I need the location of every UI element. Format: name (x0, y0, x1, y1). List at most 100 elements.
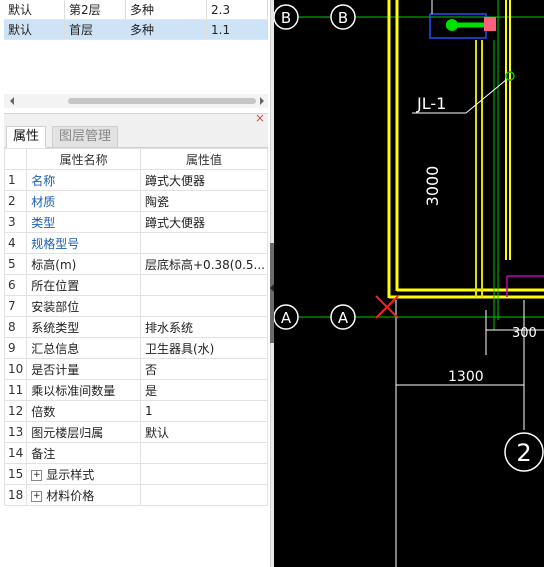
floor-cell[interactable]: 多种 (125, 0, 207, 20)
property-table: 属性名称 属性值 1 名称 蹲式大便器 2 材质 陶瓷 3 类型 蹲式大便器 4 规格型号 5 标高(m… (3, 148, 268, 506)
prop-index-header (3, 148, 28, 170)
property-name-cell: + 材料价格 (26, 484, 141, 506)
property-name-cell: 汇总信息 (26, 337, 141, 359)
floor-list-table: 默认 第2层 多种 2.3 默认 首层 多种 1.1 (4, 0, 268, 40)
property-value[interactable] (140, 274, 268, 296)
property-index: 4 (3, 232, 28, 254)
property-name: 规格型号 (31, 236, 80, 251)
floor-cell[interactable]: 2.3 (206, 0, 268, 20)
property-row[interactable]: 2 材质 陶瓷 (3, 190, 268, 212)
scrollbar-thumb[interactable] (68, 98, 256, 104)
property-name-cell: 倍数 (26, 400, 141, 422)
property-row[interactable]: 18 + 材料价格 (3, 484, 268, 506)
property-row[interactable]: 5 标高(m) 层底标高+0.38(0.5... (3, 253, 268, 275)
property-index: 10 (3, 358, 28, 380)
property-name-cell: 类型 (26, 211, 141, 233)
floor-cell[interactable]: 第2层 (64, 0, 126, 20)
property-value[interactable]: 是 (140, 379, 268, 401)
property-row[interactable]: 10 是否计量 否 (3, 358, 268, 380)
property-index: 11 (3, 379, 28, 401)
property-value[interactable]: 排水系统 (140, 316, 268, 338)
property-name-cell: 是否计量 (26, 358, 141, 380)
floor-cell[interactable]: 默认 (4, 0, 65, 20)
property-row[interactable]: 8 系统类型 排水系统 (3, 316, 268, 338)
property-row[interactable]: 11 乘以标准间数量 是 (3, 379, 268, 401)
property-value[interactable] (140, 442, 268, 464)
property-name: 是否计量 (31, 362, 80, 377)
property-value[interactable]: 陶瓷 (140, 190, 268, 212)
property-row[interactable]: 14 备注 (3, 442, 268, 464)
cad-drawing: JL-1 3000 1300 300 B B A A 2 (274, 0, 544, 567)
property-name: 备注 (31, 446, 56, 461)
fixture-drain-icon (446, 19, 458, 31)
property-name-cell: 名称 (26, 169, 141, 191)
property-value[interactable] (140, 295, 268, 317)
axis-label-2: 2 (516, 439, 531, 467)
property-index: 18 (3, 484, 28, 506)
property-row[interactable]: 1 名称 蹲式大便器 (3, 169, 268, 191)
expand-plus-icon[interactable]: + (31, 490, 43, 502)
floor-list-horizontal-scrollbar[interactable] (4, 94, 268, 108)
floor-cell[interactable]: 多种 (125, 19, 207, 40)
property-index: 7 (3, 295, 28, 317)
property-value[interactable]: 层底标高+0.38(0.5... (140, 253, 268, 275)
property-value[interactable]: 否 (140, 358, 268, 380)
properties-pane: 默认 第2层 多种 2.3 默认 首层 多种 1.1 × 属性 图层管理 属性名称 属性值 1… (0, 0, 270, 567)
property-name: 乘以标准间数量 (31, 383, 116, 398)
property-name-cell: 安装部位 (26, 295, 141, 317)
property-index: 2 (3, 190, 28, 212)
property-name-cell: + 显示样式 (26, 463, 141, 485)
property-name: 所在位置 (31, 278, 80, 293)
axis-label-a1: A (281, 309, 292, 327)
dimension-3000: 3000 (423, 166, 442, 207)
property-value[interactable]: 默认 (140, 421, 268, 443)
property-value[interactable]: 1 (140, 400, 268, 422)
property-row[interactable]: 7 安装部位 (3, 295, 268, 317)
property-row[interactable]: 15 + 显示样式 (3, 463, 268, 485)
property-name-cell: 乘以标准间数量 (26, 379, 141, 401)
property-name-cell: 规格型号 (26, 232, 141, 254)
property-value[interactable]: 蹲式大便器 (140, 211, 268, 233)
property-name: 显示样式 (46, 467, 95, 482)
floor-row[interactable]: 默认 第2层 多种 2.3 (4, 0, 268, 20)
property-value[interactable]: 卫生器具(水) (140, 337, 268, 359)
property-value[interactable] (140, 232, 268, 254)
close-panel-icon[interactable]: × (255, 111, 265, 125)
property-row[interactable]: 3 类型 蹲式大便器 (3, 211, 268, 233)
floor-cell[interactable]: 1.1 (206, 19, 268, 40)
property-name: 安装部位 (31, 299, 80, 314)
property-index: 12 (3, 400, 28, 422)
floor-row[interactable]: 默认 首层 多种 1.1 (4, 19, 268, 40)
dimension-1300: 1300 (448, 369, 484, 385)
property-row[interactable]: 12 倍数 1 (3, 400, 268, 422)
floor-cell[interactable]: 首层 (64, 19, 126, 40)
axis-label-b2: B (338, 9, 348, 27)
cad-drawing-canvas[interactable]: JL-1 3000 1300 300 B B A A 2 (274, 0, 544, 567)
property-index: 13 (3, 421, 28, 443)
property-name: 系统类型 (31, 320, 80, 335)
prop-name-header: 属性名称 (26, 148, 141, 170)
property-index: 1 (3, 169, 28, 191)
property-row[interactable]: 6 所在位置 (3, 274, 268, 296)
tab-properties[interactable]: 属性 (6, 126, 47, 148)
property-name: 材质 (31, 194, 56, 209)
axis-label-b1: B (281, 9, 291, 27)
property-row[interactable]: 13 图元楼层归属 默认 (3, 421, 268, 443)
property-value[interactable] (140, 484, 268, 506)
property-name: 图元楼层归属 (31, 425, 104, 440)
scroll-right-arrow-icon[interactable] (260, 97, 264, 105)
property-row[interactable]: 9 汇总信息 卫生器具(水) (3, 337, 268, 359)
pipe-label-leader-slant (465, 79, 507, 114)
property-name-cell: 材质 (26, 190, 141, 212)
property-name-cell: 图元楼层归属 (26, 421, 141, 443)
tab-layer-management[interactable]: 图层管理 (52, 126, 119, 148)
scroll-left-arrow-icon[interactable] (10, 97, 14, 105)
property-name-cell: 备注 (26, 442, 141, 464)
property-index: 15 (3, 463, 28, 485)
property-value[interactable]: 蹲式大便器 (140, 169, 268, 191)
prop-value-header: 属性值 (140, 148, 268, 170)
property-value[interactable] (140, 463, 268, 485)
floor-cell[interactable]: 默认 (4, 19, 65, 40)
property-row[interactable]: 4 规格型号 (3, 232, 268, 254)
expand-plus-icon[interactable]: + (31, 469, 43, 481)
